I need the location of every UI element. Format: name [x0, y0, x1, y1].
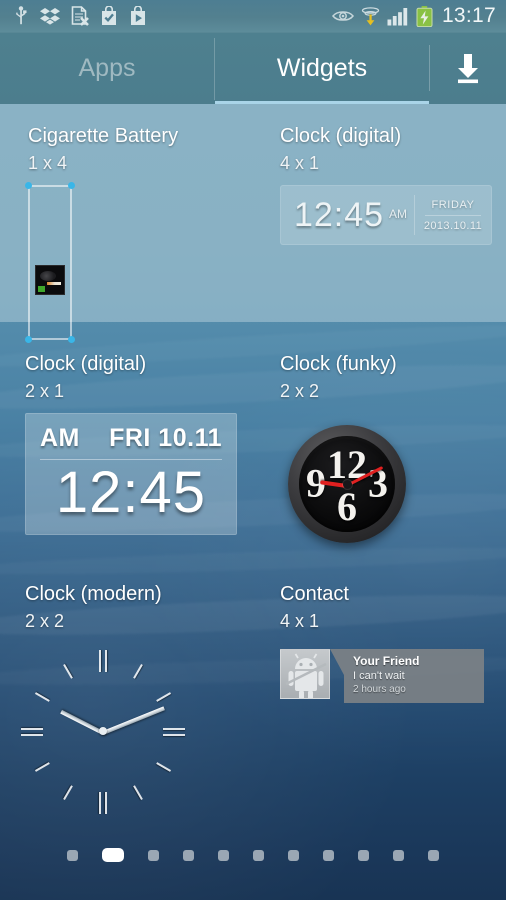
digital-clock-2x1-preview: AM FRI 10.11 12:45	[25, 413, 237, 535]
widget-size: 4 x 1	[280, 611, 320, 631]
page-dot[interactable]	[393, 849, 404, 861]
download-manager-icon	[361, 7, 380, 26]
clock-tick-major	[21, 728, 43, 730]
modern-analog-clock-preview	[17, 645, 189, 817]
widget-size: 2 x 1	[25, 381, 65, 401]
clock-time: 12:45	[55, 460, 207, 525]
contact-message-bubble: Your Friend I can't wait 2 hours ago	[330, 649, 484, 703]
clock-tick-major	[163, 728, 185, 730]
dropbox-icon	[40, 8, 60, 25]
clock-tick-major	[163, 734, 185, 736]
clock-day: FRIDAY	[431, 198, 475, 211]
clock-ampm: AM	[40, 424, 80, 452]
page-dot[interactable]	[183, 849, 194, 861]
widget-item-cigarette-battery[interactable]: Cigarette Battery 1 x 4	[25, 124, 179, 343]
funky-analog-clock-preview: 12 3 6 9	[288, 425, 406, 543]
contact-name: Your Friend	[353, 654, 420, 668]
clock-ampm: AM	[389, 206, 408, 221]
tab-widgets-label: Widgets	[276, 53, 368, 82]
download-icon	[458, 54, 478, 84]
battery-charging-icon	[416, 5, 433, 27]
clock-center-pin	[99, 727, 107, 735]
page-dot[interactable]	[253, 849, 264, 861]
widget-size: 2 x 2	[25, 611, 65, 631]
widget-preview: 12 3 6 9	[288, 425, 406, 543]
signal-bars-icon	[387, 7, 408, 25]
page-dot[interactable]	[323, 849, 334, 861]
tab-widgets[interactable]: Widgets	[215, 32, 429, 104]
widget-title: Clock (modern)	[25, 583, 162, 605]
contact-widget-preview: Your Friend I can't wait 2 hours ago	[280, 649, 484, 703]
contact-message: I can't wait	[353, 670, 405, 682]
widget-title: Cigarette Battery	[28, 125, 179, 147]
clock-tick-major	[105, 650, 107, 672]
page-dot[interactable]	[67, 849, 78, 861]
clock-tick-minor	[156, 762, 172, 772]
clock-tick-major	[105, 792, 107, 814]
contact-timestamp: 2 hours ago	[353, 684, 406, 695]
clock-tick-major	[99, 650, 101, 672]
clock-time: 12:45	[293, 195, 385, 234]
download-button[interactable]	[430, 32, 506, 104]
clock-tick-minor	[133, 785, 143, 801]
widget-preview: 12:45 AM FRIDAY 2013.10.11	[280, 185, 492, 245]
minute-hand	[102, 706, 165, 735]
clock-date: FRI 10.11	[109, 424, 222, 452]
status-bar-right-icons: 13:17	[332, 4, 506, 28]
clock-tick-minor	[133, 663, 143, 679]
page-dot[interactable]	[428, 849, 439, 861]
widget-preview	[17, 645, 189, 817]
status-bar[interactable]: 13:17	[0, 0, 506, 32]
widget-item-clock-digital-4x1[interactable]: Clock (digital) 4 x 1 12:45 AM FRIDAY 20…	[280, 124, 492, 245]
widget-title: Contact	[280, 583, 349, 605]
clock-tick-minor	[34, 762, 50, 772]
widget-item-clock-digital-2x1[interactable]: Clock (digital) 2 x 1 AM FRI 10.11 12:45	[25, 352, 237, 535]
digital-clock-4x1-preview: 12:45 AM FRIDAY 2013.10.11	[280, 185, 492, 245]
status-bar-left-icons	[0, 6, 332, 26]
widget-item-clock-modern[interactable]: Clock (modern) 2 x 2	[21, 582, 189, 817]
widget-preview: Your Friend I can't wait 2 hours ago	[280, 649, 484, 703]
widget-size: 1 x 4	[28, 153, 68, 173]
page-dot[interactable]	[148, 849, 159, 861]
page-dot-active[interactable]	[102, 848, 124, 862]
document-error-icon	[71, 6, 89, 26]
status-bar-clock: 13:17	[441, 4, 496, 27]
widget-picker-screen: 13:17 Apps Widgets Cigarette Battery 1 x…	[0, 0, 506, 900]
widget-preview: AM FRI 10.11 12:45	[25, 413, 237, 535]
clock-tick-major	[99, 792, 101, 814]
widget-size: 4 x 1	[280, 153, 320, 173]
clock-tick-minor	[63, 785, 73, 801]
widget-title: Clock (digital)	[25, 353, 147, 375]
avatar	[280, 649, 330, 699]
cigarette-battery-preview	[25, 182, 75, 343]
page-dot[interactable]	[288, 849, 299, 861]
eye-icon	[332, 11, 354, 21]
widget-item-clock-funky[interactable]: Clock (funky) 2 x 2 12 3 6 9	[280, 352, 406, 543]
shopping-bag-check-icon	[102, 6, 116, 25]
clock-tick-major	[21, 734, 43, 736]
widget-title: Clock (digital)	[280, 125, 402, 147]
tab-apps-label: Apps	[78, 53, 136, 82]
tab-apps[interactable]: Apps	[0, 32, 214, 104]
widget-title: Clock (funky)	[280, 353, 397, 375]
clock-tick-minor	[156, 692, 172, 702]
page-indicator[interactable]	[0, 848, 506, 862]
page-dot[interactable]	[218, 849, 229, 861]
android-robot-icon	[285, 653, 327, 698]
widget-item-contact[interactable]: Contact 4 x 1 Your Friend I can't wait 2…	[280, 582, 484, 703]
clock-center-pin	[342, 479, 352, 489]
play-store-icon	[131, 6, 145, 25]
clock-tick-minor	[63, 663, 73, 679]
page-dot[interactable]	[358, 849, 369, 861]
clock-date: 2013.10.11	[423, 219, 483, 232]
widget-size: 2 x 2	[280, 381, 320, 401]
clock-tick-minor	[34, 692, 50, 702]
hour-hand	[60, 709, 104, 735]
widget-grid: Cigarette Battery 1 x 4 Clock (digital) …	[0, 104, 506, 824]
widget-preview	[25, 182, 178, 343]
usb-icon	[16, 6, 27, 25]
cigarette-icon	[35, 265, 65, 295]
tab-bar: Apps Widgets	[0, 32, 506, 104]
clock-numeral-6: 6	[337, 484, 357, 529]
